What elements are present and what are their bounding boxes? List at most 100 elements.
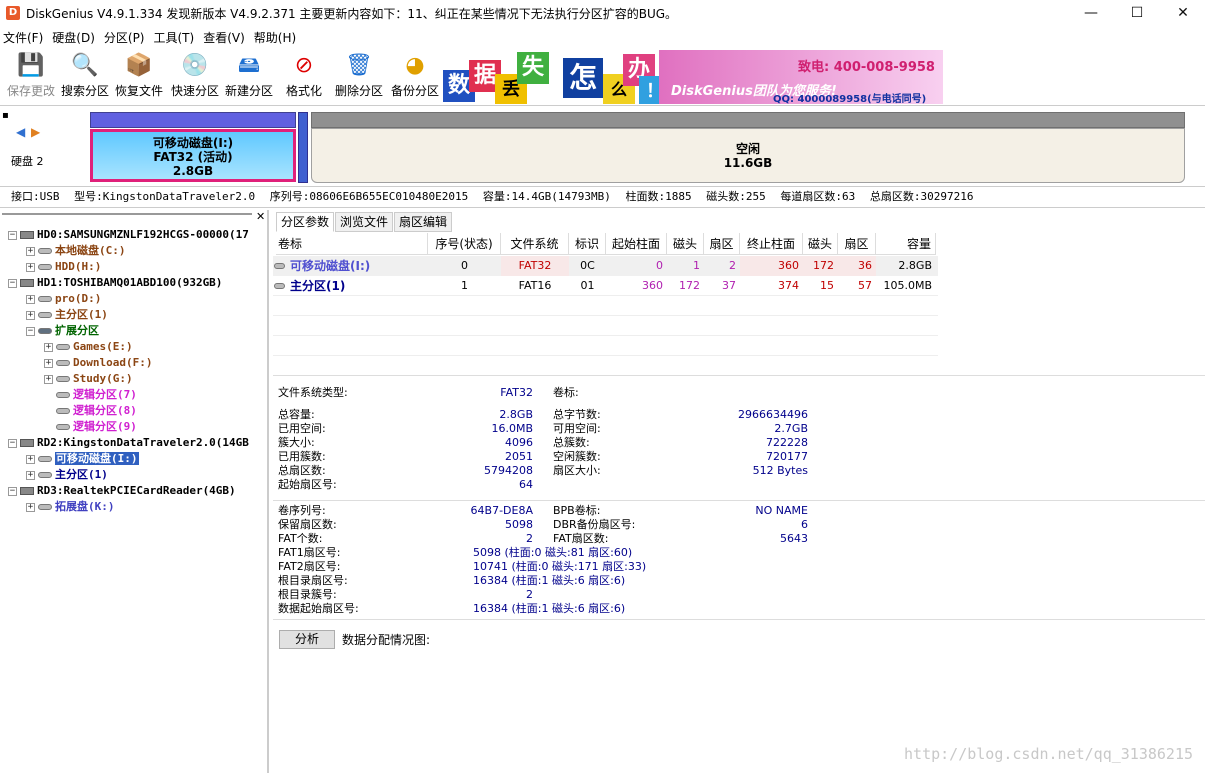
next-disk-arrow-icon[interactable]: ▶ <box>31 125 40 139</box>
free-space-block[interactable]: 空闲 11.6GB <box>311 128 1185 183</box>
param-label: 根目录扇区号: <box>278 574 348 587</box>
collapse-icon[interactable]: − <box>8 230 17 240</box>
promo-banner[interactable]: 数 据 丢 失 怎 么 办 ！ DiskGenius团队为您服务! 致电: 40… <box>443 50 943 104</box>
param-label: 总簇数: <box>553 436 590 449</box>
tree-partition-node[interactable]: + 本地磁盘(C:) <box>26 243 126 259</box>
expand-icon[interactable]: + <box>26 246 35 256</box>
column-header[interactable]: 标识 <box>569 233 606 255</box>
tree-partition-node[interactable]: − 扩展分区 <box>26 323 99 339</box>
column-header[interactable]: 磁头 <box>667 233 704 255</box>
tree-disk-node[interactable]: − HD0:SAMSUNGMZNLF192HCGS-00000(17 <box>8 227 249 243</box>
tree-partition-node[interactable]: 逻辑分区(7) <box>44 387 137 403</box>
expand-icon[interactable]: + <box>26 502 35 512</box>
table-cell: 360 <box>642 279 663 292</box>
expand-icon[interactable]: + <box>44 374 53 384</box>
tree-node-label: 拓展盘(K:) <box>55 500 115 513</box>
close-panel-icon[interactable]: ✕ <box>256 210 265 223</box>
table-cell: 2.8GB <box>898 259 932 272</box>
disk-icon <box>20 231 34 239</box>
title-bar: D DiskGenius V4.9.1.334 发现新版本 V4.9.2.371… <box>0 0 1205 26</box>
tree-node-label: 主分区(1) <box>55 468 108 481</box>
maximize-button[interactable]: ☐ <box>1114 0 1160 26</box>
close-button[interactable]: ✕ <box>1160 0 1205 26</box>
menu-help[interactable]: 帮助(H) <box>251 29 302 46</box>
menu-view[interactable]: 查看(V) <box>200 29 251 46</box>
tree-partition-node[interactable]: + 可移动磁盘(I:) <box>26 451 139 467</box>
banner-phone: 致电: 400-008-9958 <box>798 60 935 75</box>
prev-disk-arrow-icon[interactable]: ◀ <box>16 125 25 139</box>
column-header[interactable]: 起始柱面 <box>606 233 667 255</box>
param-label: FAT个数: <box>278 532 323 545</box>
collapse-icon[interactable]: − <box>8 438 17 448</box>
tree-partition-node[interactable]: + Games(E:) <box>44 339 133 355</box>
backup-partition-button[interactable]: ◕ 备份分区 <box>387 50 443 104</box>
column-header[interactable]: 磁头 <box>803 233 838 255</box>
restore-files-button[interactable]: 📦 恢复文件 <box>111 50 167 104</box>
menu-disk[interactable]: 硬盘(D) <box>49 29 101 46</box>
tree-node-label: 逻辑分区(7) <box>73 388 137 401</box>
delete-partition-button[interactable]: 🗑 删除分区 <box>331 50 387 104</box>
analyze-button[interactable]: 分析 <box>279 630 335 649</box>
table-row[interactable]: 可移动磁盘(I:) 0 FAT32 0C 0 1 2 360 172 36 2.8GB <box>273 256 938 276</box>
param-value: 722228 <box>766 436 808 449</box>
partition-block-removable[interactable]: 可移动磁盘(I:) FAT32 (活动) 2.8GB <box>90 129 296 182</box>
collapse-icon[interactable]: − <box>8 486 17 496</box>
tree-disk-node[interactable]: − RD3:RealtekPCIECardReader(4GB) <box>8 483 236 499</box>
minimize-button[interactable]: — <box>1068 0 1114 26</box>
tab-browse-files[interactable]: 浏览文件 <box>335 212 394 232</box>
partition-icon <box>56 344 70 350</box>
format-button[interactable]: ⊘ 格式化 <box>276 50 332 104</box>
column-header[interactable]: 终止柱面 <box>740 233 803 255</box>
tree-node-label: 可移动磁盘(I:) <box>55 452 139 465</box>
expand-icon[interactable]: + <box>44 342 53 352</box>
table-cell: 1 <box>461 279 468 292</box>
tab-sector-edit[interactable]: 扇区编辑 <box>394 212 453 232</box>
column-header[interactable]: 扇区 <box>838 233 876 255</box>
new-partition-button[interactable]: 🖴 新建分区 <box>221 50 277 104</box>
volume-label-label: 卷标: <box>553 386 579 399</box>
column-header[interactable]: 文件系统 <box>501 233 569 255</box>
save-changes-button[interactable]: 💾 保存更改 <box>3 50 59 104</box>
window-title: DiskGenius V4.9.1.334 发现新版本 V4.9.2.371 主… <box>26 6 678 21</box>
expand-icon[interactable]: + <box>26 294 35 304</box>
param-label: 可用空间: <box>553 422 601 435</box>
partition-icon <box>38 472 52 478</box>
tree-node-label: 逻辑分区(8) <box>73 404 137 417</box>
tree-partition-node[interactable]: + 主分区(1) <box>26 467 108 483</box>
tree-disk-node[interactable]: − RD2:KingstonDataTraveler2.0(14GB <box>8 435 249 451</box>
param-label: FAT2扇区号: <box>278 560 341 573</box>
column-header[interactable]: 扇区 <box>704 233 740 255</box>
tree-partition-node[interactable]: 逻辑分区(8) <box>44 403 137 419</box>
tree-partition-node[interactable]: 逻辑分区(9) <box>44 419 137 435</box>
tree-disk-node[interactable]: − HD1:TOSHIBAMQ01ABD100(932GB) <box>8 275 222 291</box>
collapse-icon[interactable]: − <box>8 278 17 288</box>
tree-partition-node[interactable]: + Download(F:) <box>44 355 152 371</box>
search-partition-button[interactable]: 🔍 搜索分区 <box>57 50 113 104</box>
menu-file[interactable]: 文件(F) <box>0 29 49 46</box>
partition-icon <box>56 408 70 414</box>
param-label: 根目录簇号: <box>278 588 337 601</box>
expand-icon[interactable]: + <box>26 310 35 320</box>
tab-partition-params[interactable]: 分区参数 <box>276 212 335 232</box>
tree-node-label: Study(G:) <box>73 372 133 385</box>
menu-tools[interactable]: 工具(T) <box>151 29 201 46</box>
tree-partition-node[interactable]: + HDD(H:) <box>26 259 101 275</box>
partition-detail-panel: 分区参数 浏览文件 扇区编辑 卷标 序号(状态) 文件系统 标识 起始柱面 磁头 扇区 终止柱… <box>273 210 1205 773</box>
table-cell: 172 <box>803 256 838 276</box>
tree-partition-node[interactable]: + Study(G:) <box>44 371 133 387</box>
column-header[interactable]: 卷标 <box>276 233 428 255</box>
quick-partition-button[interactable]: 💿 快速分区 <box>167 50 223 104</box>
column-header[interactable]: 序号(状态) <box>428 233 501 255</box>
table-row[interactable]: 主分区(1) 1 FAT16 01 360 172 37 374 15 57 105.0MB <box>273 276 938 296</box>
expand-icon[interactable]: + <box>44 358 53 368</box>
table-cell: 57 <box>858 279 872 292</box>
column-header[interactable]: 容量 <box>876 233 936 255</box>
expand-icon[interactable]: + <box>26 470 35 480</box>
tree-partition-node[interactable]: + pro(D:) <box>26 291 101 307</box>
menu-partition[interactable]: 分区(P) <box>101 29 151 46</box>
expand-icon[interactable]: + <box>26 262 35 272</box>
expand-icon[interactable]: + <box>26 454 35 464</box>
tree-partition-node[interactable]: + 主分区(1) <box>26 307 108 323</box>
tree-partition-node[interactable]: + 拓展盘(K:) <box>26 499 115 515</box>
collapse-icon[interactable]: − <box>26 326 35 336</box>
